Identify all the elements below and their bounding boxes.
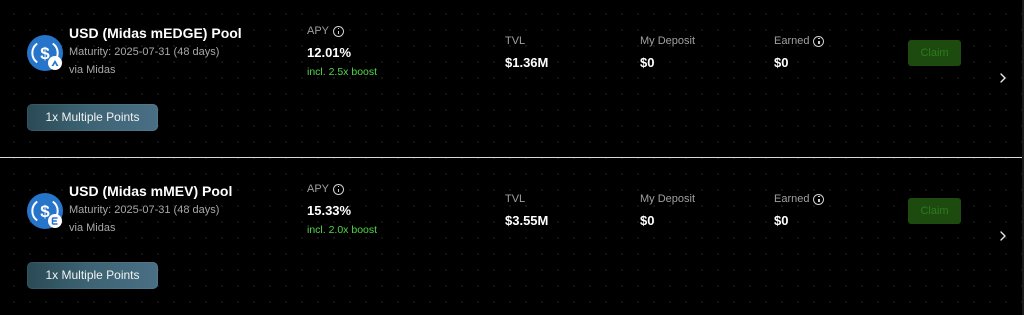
deposit-label: My Deposit [640, 193, 696, 205]
earned-label-text: Earned [774, 193, 810, 205]
points-badge: 1x Multiple Points [27, 262, 158, 289]
tvl-label: TVL [505, 35, 526, 47]
usdc-dollar-icon: $ [27, 35, 63, 71]
apy-label: APY [307, 183, 345, 195]
pool-maturity: Maturity: 2025-07-31 (48 days) [69, 204, 220, 216]
apy-boost: incl. 2.0x boost [307, 224, 378, 236]
deposit-value: $0 [640, 55, 655, 70]
pool-row-medge[interactable]: $ USD (Midas mEDGE) Pool Maturity: 2025-… [0, 0, 1024, 157]
pool-list: $ USD (Midas mEDGE) Pool Maturity: 2025-… [0, 0, 1024, 315]
info-icon[interactable] [813, 35, 825, 47]
pool-provider: via Midas [69, 64, 116, 76]
points-badge: 1x Multiple Points [27, 104, 158, 131]
tvl-label: TVL [505, 193, 526, 205]
pool-provider: via Midas [69, 222, 116, 234]
apy-value: 12.01% [307, 45, 352, 60]
claim-button[interactable]: Claim [908, 198, 961, 224]
midas-mark-icon [48, 56, 62, 70]
usdc-dollar-icon: $ [27, 193, 63, 229]
earned-label-text: Earned [774, 35, 810, 47]
deposit-value: $0 [640, 213, 655, 228]
tvl-value: $1.36M [505, 55, 549, 70]
apy-boost: incl. 2.5x boost [307, 66, 378, 78]
tvl-value: $3.55M [505, 213, 549, 228]
earned-label: Earned [774, 193, 825, 205]
pool-name: USD (Midas mEDGE) Pool [69, 25, 242, 41]
apy-value: 15.33% [307, 203, 352, 218]
info-icon[interactable] [813, 193, 825, 205]
claim-button[interactable]: Claim [908, 40, 961, 66]
earned-value: $0 [774, 213, 789, 228]
earned-label: Earned [774, 35, 825, 47]
midas-e-mark-icon [48, 214, 62, 228]
apy-label-text: APY [307, 25, 330, 37]
pool-maturity: Maturity: 2025-07-31 (48 days) [69, 46, 220, 58]
apy-label: APY [307, 25, 345, 37]
pool-row-mmev[interactable]: $ USD (Midas mMEV) Pool Maturity: 2025-0… [0, 158, 1024, 315]
info-icon[interactable] [333, 183, 345, 195]
apy-label-text: APY [307, 183, 330, 195]
pool-name: USD (Midas mMEV) Pool [69, 183, 233, 199]
earned-value: $0 [774, 55, 789, 70]
info-icon[interactable] [333, 25, 345, 37]
chevron-right-icon[interactable] [999, 73, 1007, 83]
chevron-right-icon[interactable] [999, 231, 1007, 241]
deposit-label: My Deposit [640, 35, 696, 47]
